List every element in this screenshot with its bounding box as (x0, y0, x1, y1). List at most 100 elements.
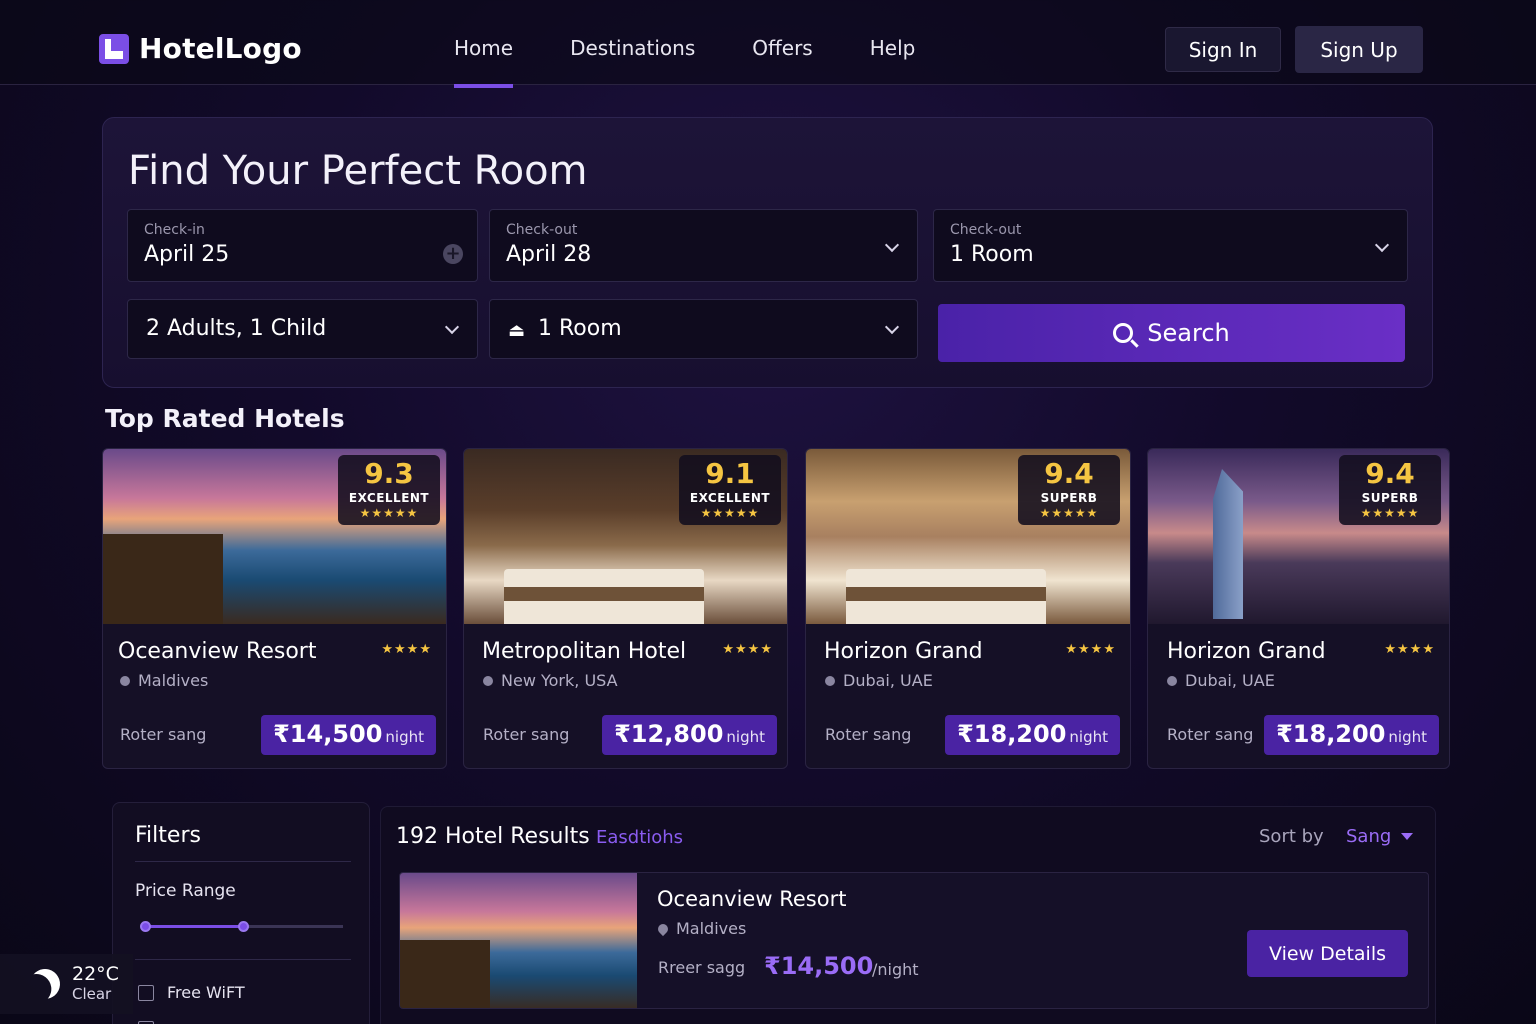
sign-in-button[interactable]: Sign In (1165, 27, 1281, 72)
location-dot-icon (1167, 676, 1177, 686)
caret-down-icon[interactable] (1401, 833, 1413, 840)
logo[interactable]: HotelLogo (99, 32, 302, 65)
price-pill[interactable]: ₹18,200 night (1264, 715, 1439, 755)
hotel-subtext: Roter sang (483, 725, 570, 744)
price-range-label: Price Range (135, 881, 236, 901)
rooms-top-label: Check-out (950, 222, 1022, 238)
price-unit: night (385, 728, 424, 746)
top-nav: HotelLogo Home Destinations Offers Help … (0, 0, 1536, 88)
result-subtext: Rreer sagg (658, 958, 746, 977)
free-wifi-checkbox[interactable] (138, 985, 154, 1001)
rating-score: 9.3 (364, 457, 414, 490)
add-icon[interactable]: + (443, 244, 463, 264)
checkout-field[interactable]: Check-out April 28 (489, 209, 918, 282)
price-pill[interactable]: ₹18,200 night (945, 715, 1120, 755)
checkin-label: Check-in (144, 222, 205, 238)
price-slider-max-handle[interactable] (238, 921, 249, 932)
guests-value: 2 Adults, 1 Child (146, 316, 327, 341)
price-amount: ₹12,800 (614, 720, 724, 748)
hotel-name[interactable]: Metropolitan Hotel (482, 639, 686, 664)
rating-badge: 9.4 SUPERB ★★★★★ (1018, 455, 1120, 525)
sign-up-button[interactable]: Sign Up (1295, 26, 1423, 73)
location-pin-icon (655, 921, 671, 937)
nav-link-offers[interactable]: Offers (752, 36, 812, 88)
results-link[interactable]: Easdtiohs (596, 827, 683, 848)
nav-link-home[interactable]: Home (454, 36, 514, 88)
chevron-down-icon (884, 319, 900, 335)
checkin-field[interactable]: Check-in April 25 + (127, 209, 478, 282)
rating-word: SUPERB (1361, 491, 1419, 505)
location-dot-icon (483, 676, 493, 686)
filters-panel: Filters Price Range Free WiFT (112, 802, 370, 1024)
location-dot-icon (825, 676, 835, 686)
guests-select[interactable]: 2 Adults, 1 Child (127, 299, 478, 359)
rating-stars: ★★★★★ (1360, 506, 1420, 520)
price-pill[interactable]: ₹12,800 night (602, 715, 777, 755)
rating-stars: ★★★★★ (1039, 506, 1099, 520)
weather-widget[interactable]: 22°C Clear (0, 954, 133, 1014)
weather-temp: 22°C (72, 963, 119, 985)
hotel-location: Dubai, UAE (1167, 671, 1275, 690)
rooms-select[interactable]: ⏏ 1 Room (489, 299, 918, 359)
page-title: Find Your Perfect Room (128, 148, 588, 194)
search-button[interactable]: Search (938, 304, 1405, 362)
result-price: ₹14,500 (764, 952, 874, 980)
free-wifi-label: Free WiFT (167, 983, 245, 1002)
price-unit: night (726, 728, 765, 746)
hotel-location: New York, USA (483, 671, 618, 690)
search-button-label: Search (1147, 319, 1230, 347)
sort-label: Sort by (1259, 826, 1324, 847)
checkin-value: April 25 (144, 242, 230, 267)
rating-badge: 9.4 SUPERB ★★★★★ (1339, 455, 1441, 525)
rating-badge: 9.1 EXCELLENT ★★★★★ (679, 455, 781, 525)
price-unit: night (1069, 728, 1108, 746)
rating-word: SUPERB (1040, 491, 1098, 505)
checkout-label: Check-out (506, 222, 578, 238)
results-panel: 192 Hotel Results Easdtiohs Sort by Sang… (380, 806, 1436, 1024)
hotel-card[interactable]: 9.1 EXCELLENT ★★★★★ Metropolitan Hotel ★… (463, 448, 788, 769)
moon-icon (25, 964, 66, 1005)
rating-word: EXCELLENT (689, 491, 771, 505)
chevron-down-icon (444, 319, 460, 335)
hotel-card[interactable]: 9.4 SUPERB ★★★★★ Horizon Grand ★★★★ Duba… (1147, 448, 1450, 769)
hotel-name[interactable]: Horizon Grand (1167, 639, 1326, 664)
hotel-card[interactable]: 9.3 EXCELLENT ★★★★★ Oceanview Resort ★★★… (102, 448, 447, 769)
logo-icon (99, 33, 129, 64)
rating-stars: ★★★★★ (700, 506, 760, 520)
hotel-stars: ★★★★ (381, 642, 432, 657)
hotel-subtext: Roter sang (1167, 725, 1254, 744)
results-count: 192 Hotel Results (396, 824, 590, 849)
hotel-name[interactable]: Horizon Grand (824, 639, 983, 664)
hotel-subtext: Roter sang (120, 725, 207, 744)
weather-condition: Clear (72, 985, 112, 1003)
chevron-down-icon (884, 237, 900, 253)
divider (135, 861, 351, 862)
rating-badge: 9.3 EXCELLENT ★★★★★ (338, 455, 440, 525)
result-hotel-name[interactable]: Oceanview Resort (657, 887, 846, 911)
price-amount: ₹14,500 (273, 720, 383, 748)
location-dot-icon (120, 676, 130, 686)
hotel-stars: ★★★★ (1065, 642, 1116, 657)
hotel-card[interactable]: 9.4 SUPERB ★★★★★ Horizon Grand ★★★★ Duba… (805, 448, 1131, 769)
price-slider-fill (143, 925, 243, 928)
hotel-location: Dubai, UAE (825, 671, 933, 690)
hotel-stars: ★★★★ (1384, 642, 1435, 657)
result-row[interactable]: Oceanview Resort Maldives Rreer sagg ₹14… (399, 872, 1429, 1009)
sort-dropdown[interactable]: Sang (1346, 826, 1391, 847)
filters-title: Filters (135, 823, 201, 848)
result-price-unit: /night (872, 960, 919, 979)
rating-score: 9.4 (1365, 457, 1415, 490)
price-pill[interactable]: ₹14,500 night (261, 715, 436, 755)
view-details-button[interactable]: View Details (1247, 930, 1408, 977)
rooms-top-field[interactable]: Check-out 1 Room (933, 209, 1408, 282)
nav-link-destinations[interactable]: Destinations (570, 36, 695, 88)
hotel-location: Maldives (120, 671, 208, 690)
hotel-name[interactable]: Oceanview Resort (118, 639, 316, 664)
rating-score: 9.4 (1044, 457, 1094, 490)
chevron-down-icon (1374, 237, 1390, 253)
price-slider-min-handle[interactable] (140, 921, 151, 932)
nav-link-help[interactable]: Help (870, 36, 916, 88)
top-rated-title: Top Rated Hotels (105, 404, 345, 433)
bell-icon: ⏏ (508, 320, 526, 341)
rooms-value: 1 Room (538, 316, 622, 341)
